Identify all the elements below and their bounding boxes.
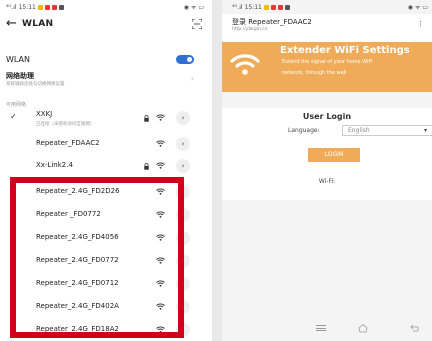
status-time: 15:11 — [18, 4, 36, 11]
language-select[interactable]: English ▾ — [342, 125, 432, 136]
check-icon: ✓ — [10, 112, 17, 121]
network-details-button[interactable]: › — [176, 208, 190, 222]
back-icon[interactable] — [410, 324, 420, 332]
network-item[interactable]: Repeater _FD0772 › — [0, 205, 212, 227]
wifi-status-icon: ◉ ᯤ ▭ — [407, 4, 428, 11]
chevron-down-icon: ▾ — [423, 127, 427, 134]
network-details-button[interactable]: › — [176, 137, 190, 151]
status-bar: ⁴ᴳ.ıl 15:11 ◉ ᯤ ▭ — [222, 0, 432, 14]
banner-title: Extender WiFi Settings — [280, 45, 410, 56]
wifi-signal-icon — [156, 162, 165, 169]
scan-icon[interactable] — [192, 19, 202, 29]
lock-icon — [144, 163, 149, 170]
assistant-title: 网络助理 — [6, 72, 34, 80]
chevron-right-icon: › — [190, 74, 194, 83]
login-form: User Login Language: English ▾ LOGIN Wi-… — [222, 108, 432, 200]
network-details-button[interactable]: › — [176, 159, 190, 173]
carrier-signal: ⁴ᴳ.ıl — [232, 4, 243, 11]
notification-icon — [58, 5, 64, 10]
network-details-button[interactable]: › — [176, 254, 190, 268]
network-name: Repeater _FD0772 — [36, 210, 101, 218]
network-name: Repeater_2.4G_FD2D26 — [36, 187, 120, 195]
portal-url: http://ybkgin.cn — [232, 27, 268, 32]
network-item[interactable]: Repeater_2.4G_FD0712 › — [0, 274, 212, 296]
network-assistant-row[interactable]: 网络助理 系统辅助连接与切换网络设置 › — [0, 68, 212, 90]
extender-login-screen: ⁴ᴳ.ıl 15:11 ◉ ᯤ ▭ 登录 Repeater_FDAAC2 htt… — [222, 0, 432, 341]
wifi-signal-icon — [156, 234, 165, 241]
language-value: English — [348, 127, 370, 134]
network-details-button[interactable]: › — [176, 185, 190, 199]
network-name: Repeater_2.4G_FD402A — [36, 302, 119, 310]
notification-icon — [284, 5, 290, 10]
network-item[interactable]: Repeater_2.4G_FD2D26 › — [0, 182, 212, 204]
login-button[interactable]: LOGIN — [308, 148, 360, 162]
network-item[interactable]: Repeater_2.4G_FD0772 › — [0, 251, 212, 273]
lock-icon — [144, 115, 149, 122]
network-name: Repeater_2.4G_FD0712 — [36, 279, 119, 287]
home-icon[interactable] — [358, 323, 368, 333]
wifi-signal-icon — [156, 280, 165, 287]
wifi-status-icon: ◉ ᯤ — [183, 4, 197, 11]
network-details-button[interactable]: › — [176, 231, 190, 245]
network-item[interactable]: Xx-Link2.4 › — [0, 156, 212, 178]
login-title: User Login — [302, 112, 352, 121]
carrier-signal: ⁴ᴳ.ıl — [6, 4, 17, 11]
network-item[interactable]: Repeater_FDAAC2 › — [0, 134, 212, 156]
language-label: Language: — [288, 127, 320, 134]
notification-icon — [270, 5, 276, 10]
network-details-button[interactable]: › — [176, 300, 190, 314]
more-menu-icon[interactable]: ⋮ — [417, 20, 424, 28]
wifi-signal-icon — [156, 257, 165, 264]
wlan-toggle-switch[interactable] — [176, 55, 194, 64]
network-name: XXKJ — [36, 110, 53, 118]
banner-description: Extend the signal of your home WiFi — [282, 59, 373, 65]
notification-icon — [44, 5, 50, 10]
network-item[interactable]: ✓ XXKJ 已连接（未授权访问互联网） › — [0, 108, 212, 130]
back-arrow-icon[interactable]: ← — [6, 17, 17, 31]
notification-icon — [263, 5, 269, 10]
network-item[interactable]: Repeater_2.4G_FD4056 › — [0, 228, 212, 250]
network-name: Repeater_2.4G_FD18A2 — [36, 325, 119, 333]
battery-icon: ▭ — [198, 3, 204, 11]
assistant-subtitle: 系统辅助连接与切换网络设置 — [6, 82, 65, 87]
notification-icon — [51, 5, 57, 10]
captive-portal-header: 登录 Repeater_FDAAC2 http://ybkgin.cn ⋮ — [222, 14, 432, 44]
wifi-logo-icon — [230, 54, 260, 75]
page-title: WLAN — [22, 19, 54, 29]
network-details-button[interactable]: › — [176, 323, 190, 337]
network-status: 已连接（未授权访问互联网） — [36, 122, 95, 127]
wifi-signal-icon — [156, 211, 165, 218]
network-details-button[interactable]: › — [176, 277, 190, 291]
system-nav-bar — [222, 320, 432, 338]
wlan-toggle-row[interactable]: WLAN — [0, 52, 212, 68]
wifi-signal-icon — [156, 188, 165, 195]
network-name: Repeater_2.4G_FD4056 — [36, 233, 119, 241]
status-time: 15:11 — [244, 4, 262, 11]
notification-icon — [37, 5, 43, 10]
network-item[interactable]: Repeater_2.4G_FD402A › — [0, 297, 212, 319]
wifi-signal-icon — [156, 114, 165, 121]
portal-title: 登录 Repeater_FDAAC2 — [232, 18, 312, 26]
wifi-signal-icon — [156, 140, 165, 147]
banner-description: network, through the wall — [282, 70, 347, 76]
network-name: Repeater_FDAAC2 — [36, 139, 100, 147]
wlan-toggle-label: WLAN — [6, 55, 31, 64]
notification-icon — [277, 5, 283, 10]
network-name: Repeater_2.4G_FD0772 — [36, 256, 119, 264]
network-item[interactable]: Repeater_2.4G_FD18A2 › — [0, 320, 212, 341]
menu-icon[interactable] — [316, 325, 326, 331]
wifi-signal-icon — [156, 326, 165, 333]
wifi-label: Wi-Fi: — [318, 178, 336, 185]
extender-banner: Extender WiFi Settings Extend the signal… — [222, 42, 432, 92]
page-header: ← WLAN — [0, 14, 212, 36]
status-bar: ⁴ᴳ.ıl 15:11 ◉ ᯤ ▭ — [0, 0, 212, 14]
available-networks-label: 可用网络 — [6, 102, 27, 108]
wifi-signal-icon — [156, 303, 165, 310]
network-name: Xx-Link2.4 — [36, 161, 73, 169]
network-details-button[interactable]: › — [176, 111, 190, 125]
wlan-settings-screen: ⁴ᴳ.ıl 15:11 ◉ ᯤ ▭ ← WLAN WLAN 网络助理 系统辅助连… — [0, 0, 212, 341]
